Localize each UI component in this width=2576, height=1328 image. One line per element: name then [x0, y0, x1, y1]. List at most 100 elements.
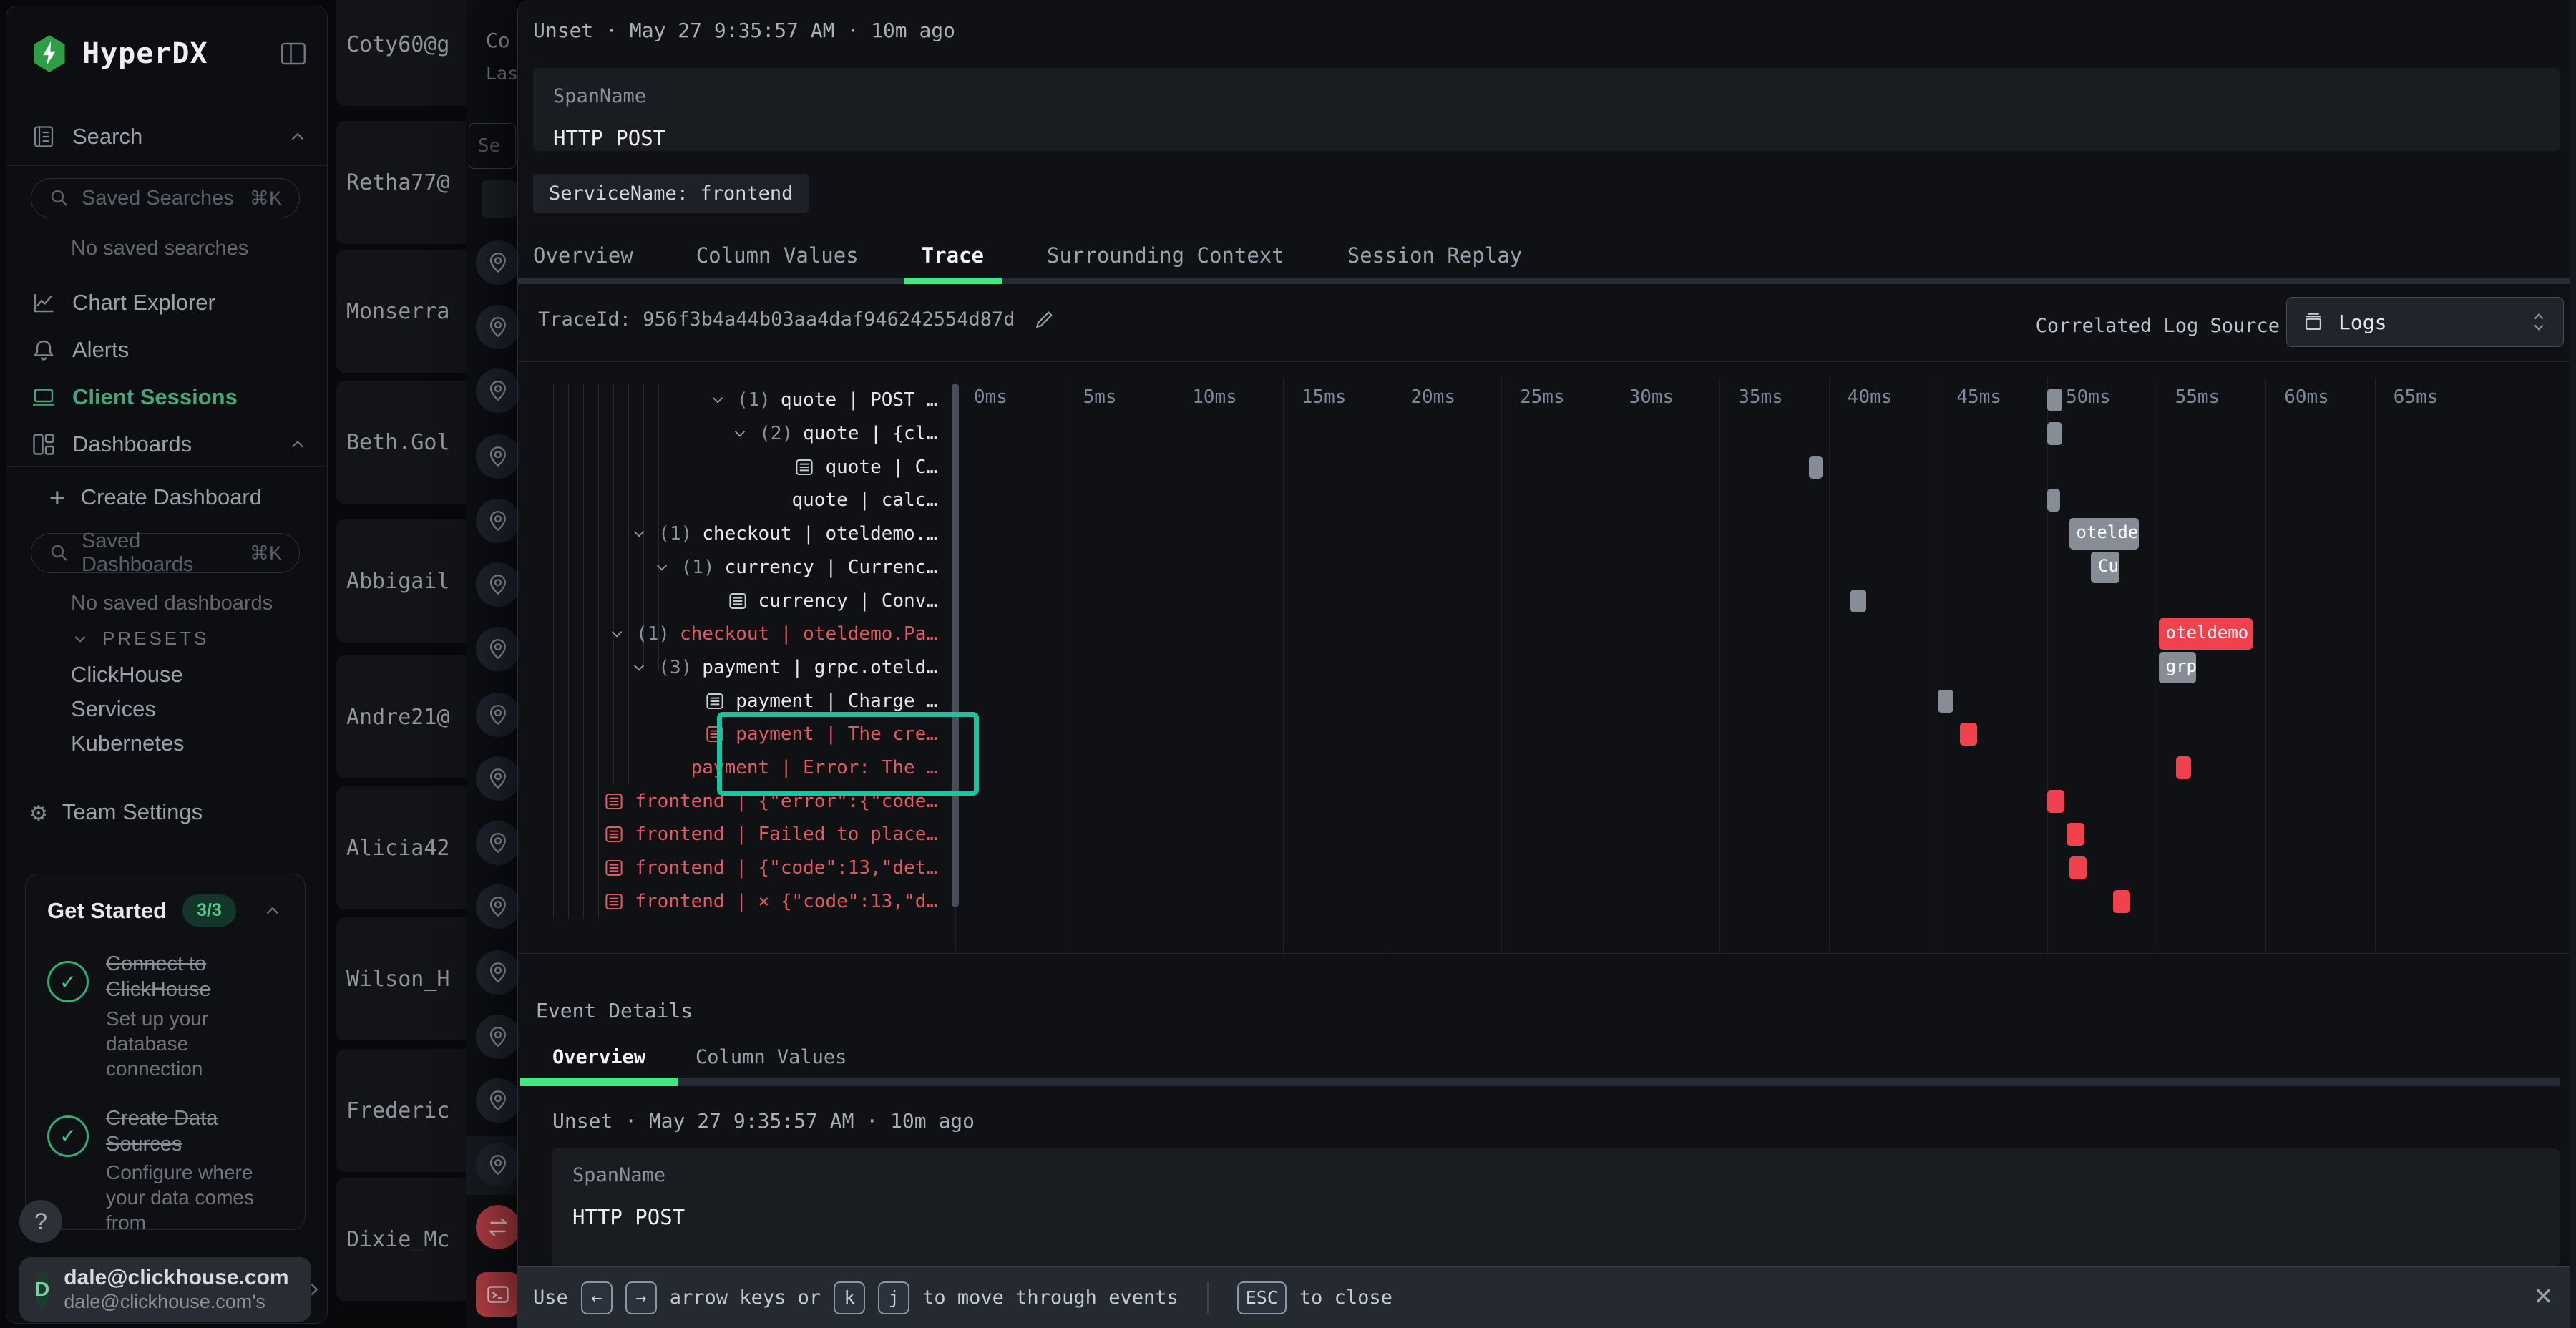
- trace-tree-row[interactable]: quote | calc…: [518, 484, 947, 517]
- location-pin-icon[interactable]: [476, 499, 520, 543]
- session-button-fragment[interactable]: [482, 180, 517, 218]
- session-name: Monserra: [346, 299, 450, 324]
- trace-tree-row[interactable]: currency | Conv…: [518, 584, 947, 617]
- help-button[interactable]: ?: [19, 1200, 62, 1243]
- session-name: Andre21@: [346, 705, 450, 730]
- tab-column-values[interactable]: Column Values: [696, 243, 859, 268]
- trace-row-label: checkout | oteldemo.Pa…: [680, 623, 937, 645]
- terminal-icon[interactable]: [476, 1272, 520, 1317]
- log-doc-icon: [603, 824, 625, 845]
- trace-span-bar[interactable]: [2047, 489, 2060, 512]
- swap-arrows-icon[interactable]: [476, 1205, 520, 1249]
- trace-row-label: payment | grpc.oteld…: [702, 657, 937, 678]
- app-root: Coty60@gRetha77@MonserraBeth.GolAbbigail…: [0, 0, 2576, 1328]
- user-menu[interactable]: D dale@clickhouse.com dale@clickhouse.co…: [19, 1257, 311, 1322]
- tab-overview[interactable]: Overview: [533, 243, 633, 268]
- get-started-item[interactable]: ✓Create Data SourcesConfigure where your…: [47, 1105, 283, 1231]
- trace-tree-row[interactable]: (1)checkout | oteldemo.Pa…: [518, 617, 947, 651]
- sidebar-collapse-icon[interactable]: [278, 39, 308, 69]
- trace-tree-row[interactable]: (2)quote | {cl…: [518, 417, 947, 451]
- trace-tree-row[interactable]: (3)payment | grpc.oteld…: [518, 651, 947, 685]
- trace-tree-row[interactable]: (1)checkout | oteldemo.…: [518, 517, 947, 551]
- sidebar-item-client-sessions[interactable]: Client Sessions: [31, 379, 308, 416]
- waterfall-scrollbar[interactable]: [952, 384, 959, 907]
- trace-span-bar[interactable]: grpc: [2159, 652, 2196, 683]
- presets-toggle[interactable]: PRESETS: [71, 628, 209, 650]
- location-pin-icon[interactable]: [476, 240, 520, 285]
- log-source-select[interactable]: Logs: [2286, 297, 2564, 347]
- trace-span-bar[interactable]: [1960, 723, 1977, 746]
- service-name-chip[interactable]: ServiceName: frontend: [533, 174, 809, 213]
- trace-span-bar[interactable]: [2047, 790, 2064, 813]
- trace-tree-row[interactable]: (1)quote | POST …: [518, 384, 947, 417]
- correlated-log-source-label: Correlated Log Source: [2036, 315, 2280, 337]
- preset-item-services[interactable]: Services: [71, 696, 156, 722]
- location-pin-icon[interactable]: [476, 756, 520, 801]
- saved-dashboards-input[interactable]: Saved Dashboards ⌘K: [31, 533, 300, 573]
- saved-searches-input[interactable]: Saved Searches ⌘K: [31, 178, 300, 218]
- trace-tree-row[interactable]: (1)currency | Currenc…: [518, 551, 947, 585]
- tab-session-replay[interactable]: Session Replay: [1347, 243, 1522, 268]
- trace-span-bar[interactable]: [2113, 890, 2130, 913]
- chevron-up-icon[interactable]: [287, 434, 308, 455]
- get-started-item[interactable]: ✓Connect to ClickHouseSet up your databa…: [47, 951, 283, 1081]
- trace-row-label: frontend | × {"code":13,"d…: [635, 891, 937, 912]
- location-pin-icon[interactable]: [476, 1078, 520, 1123]
- location-pin-icon[interactable]: [476, 627, 520, 671]
- footer-hint-text: to close: [1299, 1286, 1392, 1309]
- trace-span-bar[interactable]: [1850, 590, 1865, 612]
- location-pin-icon[interactable]: [476, 693, 520, 737]
- chevron-up-icon[interactable]: [287, 126, 308, 147]
- trace-span-bar[interactable]: [2047, 422, 2062, 445]
- sidebar-item-chart-explorer[interactable]: Chart Explorer: [31, 284, 308, 321]
- preset-item-clickhouse[interactable]: ClickHouse: [71, 662, 183, 688]
- select-updown-icon: [2529, 310, 2549, 334]
- trace-tree-row[interactable]: frontend | {"code":13,"det…: [518, 851, 947, 885]
- tab-overview[interactable]: Overview: [552, 1046, 645, 1068]
- chevron-down-icon[interactable]: [608, 625, 626, 643]
- tab-surrounding-context[interactable]: Surrounding Context: [1047, 243, 1284, 268]
- tab-column-values[interactable]: Column Values: [696, 1046, 847, 1068]
- trace-span-bar[interactable]: oteldemo.: [2069, 518, 2140, 550]
- trace-span-bar[interactable]: [2176, 756, 2191, 779]
- location-pin-icon[interactable]: [476, 434, 520, 479]
- trace-span-bar[interactable]: Cu: [2091, 552, 2119, 583]
- sidebar-item-alerts[interactable]: Alerts: [31, 331, 308, 368]
- create-dashboard-button[interactable]: + Create Dashboard: [49, 479, 308, 516]
- selected-rows-highlight: [717, 712, 979, 796]
- trace-span-bar[interactable]: oteldemo.: [2159, 618, 2253, 650]
- sidebar-item-team-settings[interactable]: ⚙ Team Settings: [31, 794, 308, 831]
- preset-item-kubernetes[interactable]: Kubernetes: [71, 731, 185, 756]
- trace-tree-row[interactable]: frontend | Failed to place…: [518, 818, 947, 851]
- location-pin-icon[interactable]: [476, 1143, 520, 1187]
- trace-span-bar[interactable]: [1809, 456, 1822, 479]
- location-pin-icon[interactable]: [476, 1015, 520, 1059]
- location-pin-icon[interactable]: [476, 884, 520, 929]
- chevron-down-icon[interactable]: [630, 524, 648, 543]
- chevron-up-icon[interactable]: [262, 900, 283, 922]
- sidebar-item-dashboards[interactable]: Dashboards: [31, 426, 308, 463]
- chevron-down-icon[interactable]: [708, 391, 727, 409]
- location-pin-icon[interactable]: [476, 305, 520, 349]
- trace-span-bar[interactable]: [1938, 690, 1953, 713]
- trace-tree-row[interactable]: quote | C…: [518, 450, 947, 484]
- edit-pencil-icon[interactable]: [1033, 308, 1056, 331]
- trace-tree-row[interactable]: frontend | × {"code":13,"d…: [518, 885, 947, 919]
- session-search-fragment[interactable]: Se: [469, 123, 516, 169]
- page-scrollbar-track[interactable]: [2570, 0, 2576, 1328]
- chevron-down-icon[interactable]: [630, 658, 648, 677]
- trace-span-bar[interactable]: [2069, 856, 2087, 879]
- tab-trace[interactable]: Trace: [922, 243, 984, 268]
- location-pin-icon[interactable]: [476, 562, 520, 607]
- sidebar-item-label: Alerts: [72, 337, 129, 363]
- chevron-down-icon[interactable]: [653, 558, 671, 577]
- location-pin-icon[interactable]: [476, 821, 520, 865]
- location-pin-icon[interactable]: [476, 368, 520, 413]
- location-pin-icon[interactable]: [476, 950, 520, 995]
- timeline-gridline: [2047, 378, 2048, 953]
- chevron-down-icon[interactable]: [731, 424, 749, 443]
- sidebar-item-search[interactable]: Search: [31, 118, 308, 155]
- trace-span-bar[interactable]: [2047, 389, 2062, 411]
- trace-span-bar[interactable]: [2067, 823, 2084, 846]
- close-icon[interactable]: ×: [2534, 1280, 2552, 1310]
